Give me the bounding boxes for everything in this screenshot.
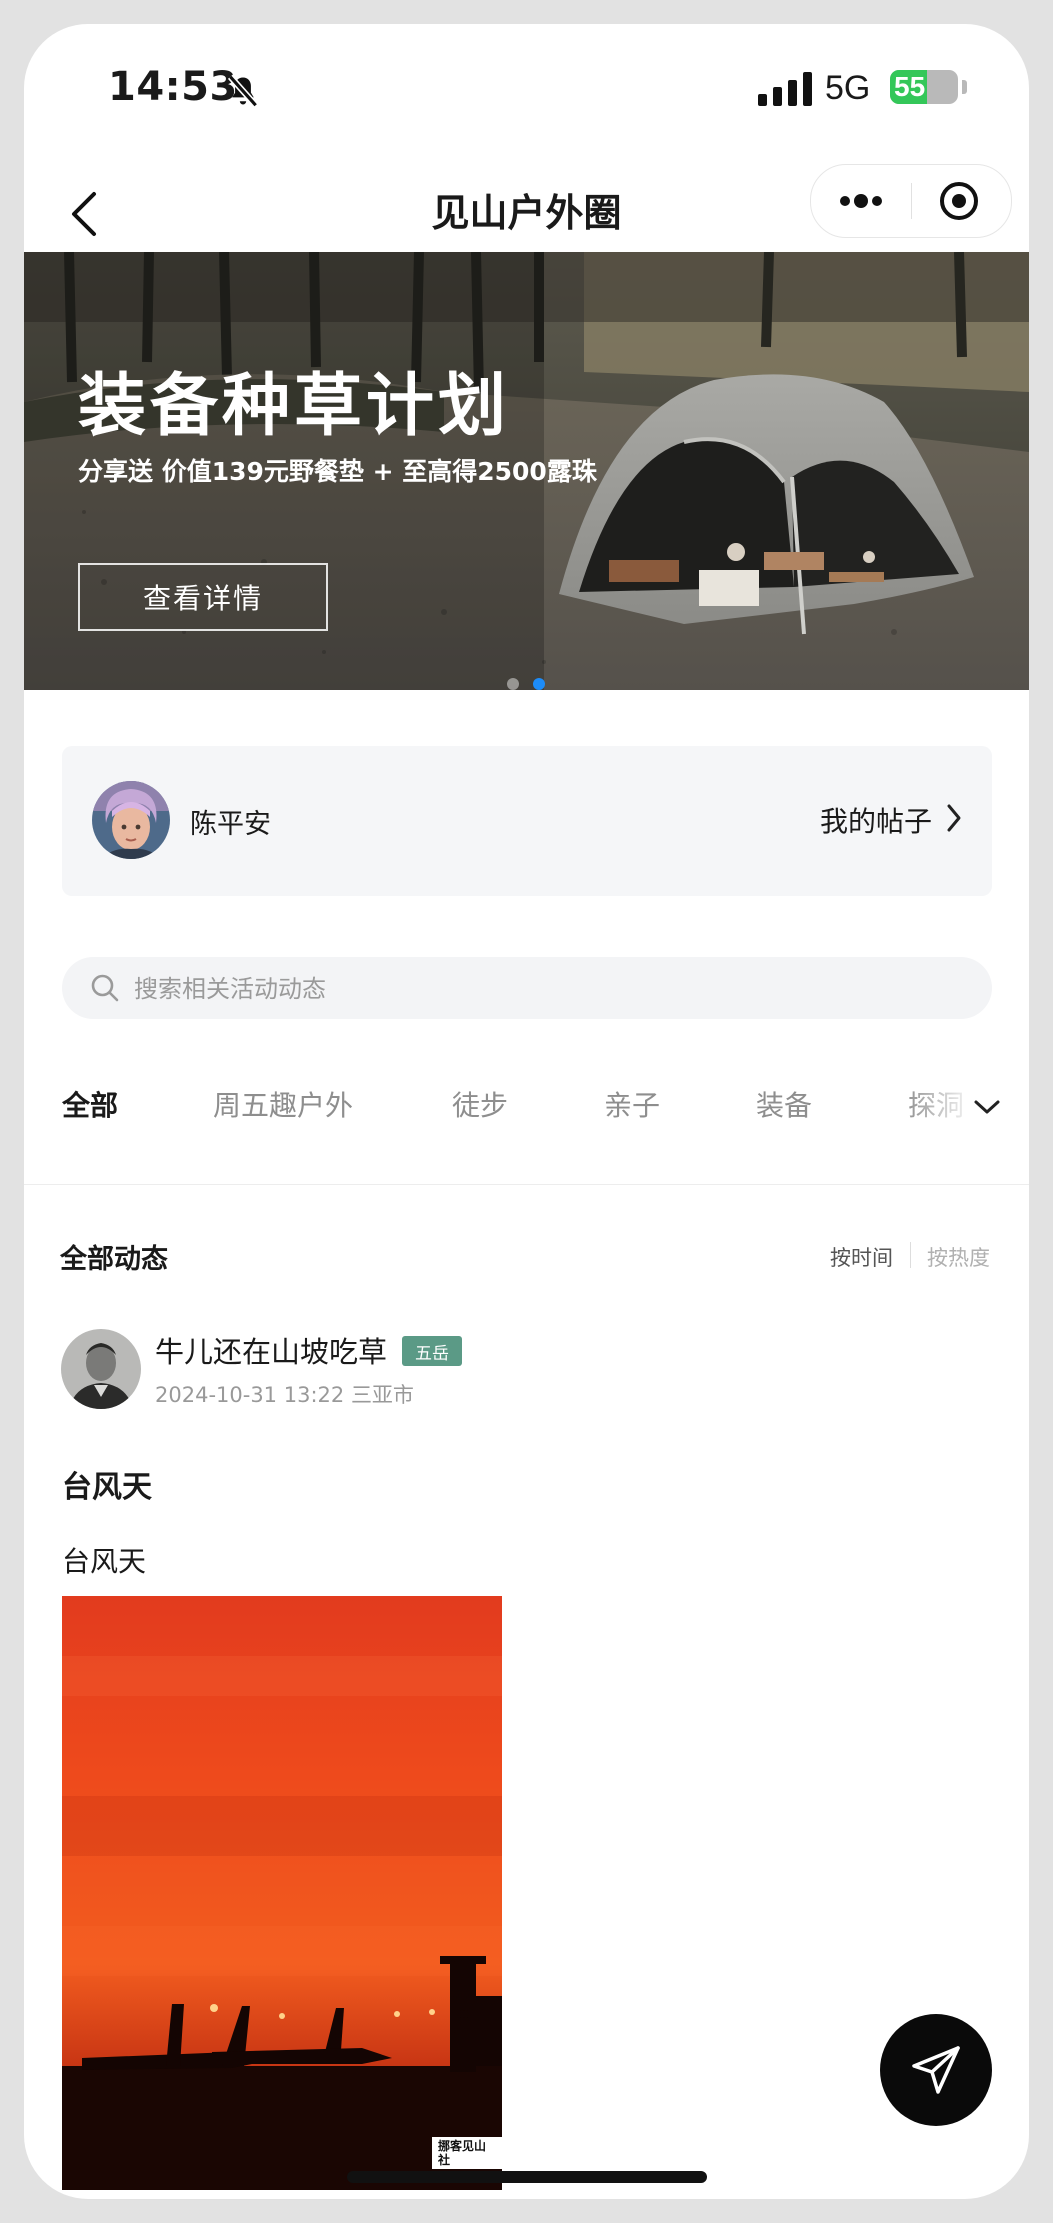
home-indicator[interactable] <box>347 2171 707 2183</box>
post-text: 台风天 <box>62 1545 147 1578</box>
avatar[interactable] <box>92 781 170 859</box>
user-name: 陈平安 <box>190 809 271 840</box>
status-time: 14:53 <box>108 64 238 110</box>
avatar-image <box>92 781 170 859</box>
battery-level-text: 55 <box>894 71 926 102</box>
send-paper-plane-icon <box>912 2046 960 2094</box>
post-image[interactable]: 挪客见山社 <box>62 1596 502 2190</box>
battery-indicator: 55 <box>890 70 958 104</box>
post-timestamp: 2024-10-31 13:22 <box>155 1383 345 1407</box>
tab-all[interactable]: 全部 <box>62 1084 118 1124</box>
more-dots-icon[interactable] <box>835 183 887 219</box>
sort-by-time[interactable]: 按时间 <box>830 1242 893 1272</box>
photo-watermark: 挪客见山社 <box>432 2137 502 2169</box>
search-icon <box>91 974 119 1002</box>
promo-banner[interactable]: 装备种草计划 分享送 价值139元野餐垫 + 至高得2500露珠 查看详情 <box>24 252 1029 690</box>
sort-divider <box>910 1242 911 1268</box>
author-avatar-image <box>61 1329 141 1409</box>
status-bar: 14:53 5G 55 <box>24 24 1029 184</box>
tab-family[interactable]: 亲子 <box>604 1084 660 1124</box>
post-author-avatar[interactable] <box>61 1329 141 1409</box>
view-details-button[interactable]: 查看详情 <box>78 563 328 631</box>
phone-screen: 14:53 5G 55 见山户外圈 装备种草计划 分享送 价值139元野餐垫 +… <box>24 24 1029 2199</box>
chevron-down-icon[interactable] <box>972 1096 1002 1118</box>
tabs-divider <box>24 1184 1029 1185</box>
tab-friday-outdoor[interactable]: 周五趣户外 <box>213 1084 353 1124</box>
target-circle-icon[interactable] <box>937 179 981 223</box>
post-location: 三亚市 <box>350 1383 414 1407</box>
post-meta: 2024-10-31 13:22 三亚市 <box>155 1379 414 1409</box>
post-title: 台风天 <box>62 1470 152 1505</box>
sort-by-popularity[interactable]: 按热度 <box>927 1242 990 1272</box>
post-badge: 五岳 <box>402 1336 462 1366</box>
post-author-name[interactable]: 牛儿还在山坡吃草 <box>155 1329 387 1371</box>
search-input[interactable] <box>132 957 956 1021</box>
post-photo <box>62 1596 502 2190</box>
carousel-dot-active[interactable] <box>533 678 545 690</box>
tab-hiking[interactable]: 徒步 <box>452 1084 508 1124</box>
bell-slash-icon <box>227 74 259 108</box>
search-bar[interactable] <box>62 957 992 1021</box>
feed-title: 全部动态 <box>60 1244 168 1275</box>
user-card: 陈平安 我的帖子 <box>62 746 992 896</box>
category-tabs: 全部 周五趣户外 徒步 亲子 装备 探洞 <box>24 1074 1029 1158</box>
chevron-right-icon[interactable] <box>944 802 964 834</box>
banner-headline: 装备种草计划 <box>78 367 511 446</box>
carousel-dot[interactable] <box>507 678 519 690</box>
tab-gear[interactable]: 装备 <box>756 1084 812 1124</box>
network-type: 5G <box>825 69 871 107</box>
my-posts-link[interactable]: 我的帖子 <box>820 800 932 840</box>
mini-program-capsule <box>810 164 1012 238</box>
capsule-divider <box>911 183 912 219</box>
battery-cap <box>962 80 967 94</box>
create-post-button[interactable] <box>880 2014 992 2126</box>
banner-subline: 分享送 价值139元野餐垫 + 至高得2500露珠 <box>78 457 597 486</box>
signal-bars-icon <box>758 72 812 106</box>
